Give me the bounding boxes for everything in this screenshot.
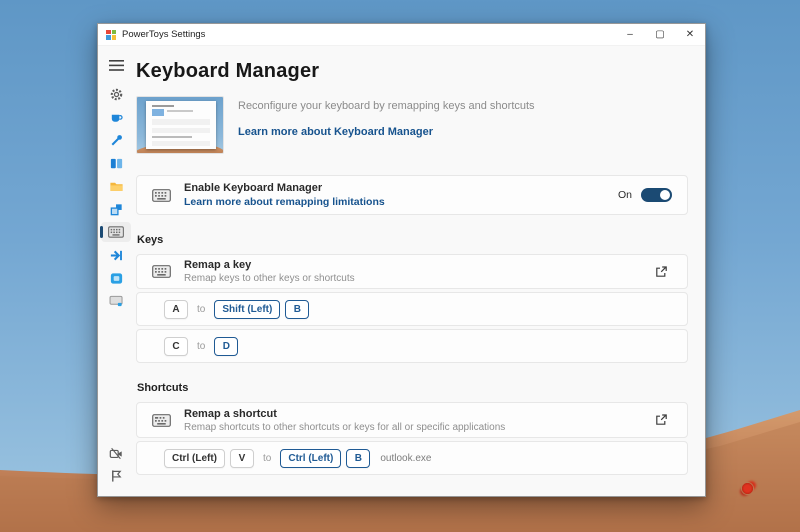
keyboard-icon [152,189,171,202]
learn-more-link[interactable]: Learn more about Keyboard Manager [238,126,535,138]
shortcut-remap-row: Ctrl (Left) V to Ctrl (Left) B outlook.e… [136,441,688,475]
key-chip: Ctrl (Left) [164,449,225,468]
sidebar-item-powertoys-run[interactable] [101,268,131,288]
key-remap-row: A to Shift (Left) B [136,292,688,326]
title-bar[interactable]: PowerToys Settings – ▢ ✕ [98,24,705,46]
remap-key-launch-button[interactable] [650,262,672,282]
keyboard-icon [152,265,171,278]
sidebar-item-image-resizer[interactable] [101,199,131,219]
keys-section-header: Keys [137,234,688,246]
toggle-state-label: On [618,189,632,201]
remap-shortcut-launch-button[interactable] [650,410,672,430]
powertoys-settings-window: PowerToys Settings – ▢ ✕ [97,23,706,497]
key-chip: A [164,300,188,319]
launch-icon [655,266,667,278]
sidebar-item-fancyzones[interactable] [101,153,131,173]
to-label: to [263,453,271,464]
maximize-button[interactable]: ▢ [645,24,675,45]
key-chip: V [230,449,254,468]
key-chip: C [164,337,188,356]
powertoys-run-icon [109,271,124,286]
to-label: to [197,304,205,315]
folder-icon [109,179,124,194]
key-chip: Shift (Left) [214,300,280,319]
red-flower [741,482,754,495]
powertoys-app-icon [106,30,116,40]
awake-cup-icon [109,110,124,125]
gear-icon [109,87,124,102]
minimize-button[interactable]: – [615,24,645,45]
color-picker-icon [109,133,124,148]
enable-toggle[interactable] [641,188,672,202]
main-content: Keyboard Manager Reconfigure your keyboa… [134,46,705,496]
mouse-utilities-icon [109,248,124,263]
key-chip: D [214,337,238,356]
sidebar-item-shortcut-guide[interactable] [101,291,131,311]
image-resizer-icon [109,202,124,217]
hamburger-icon [109,60,124,71]
sidebar-item-file-explorer[interactable] [101,176,131,196]
keyboard-icon [152,414,171,427]
launch-icon [655,414,667,426]
sidebar-item-mouse-utilities[interactable] [101,245,131,265]
remap-shortcut-subtitle: Remap shortcuts to other shortcuts or ke… [184,422,505,433]
sidebar-item-keyboard-manager[interactable] [101,222,131,242]
window-title: PowerToys Settings [122,29,205,40]
enable-keyboard-manager-card: Enable Keyboard Manager Learn more about… [136,175,688,215]
remapping-limitations-link[interactable]: Learn more about remapping limitations [184,196,385,208]
remap-key-title: Remap a key [184,259,355,271]
nav-sidebar [98,46,134,496]
sidebar-item-general[interactable] [101,84,131,104]
shortcuts-section-header: Shortcuts [137,382,688,394]
key-chip: Ctrl (Left) [280,449,341,468]
close-button[interactable]: ✕ [675,24,705,45]
page-description: Reconfigure your keyboard by remapping k… [238,100,535,112]
key-remap-row: C to D [136,329,688,363]
remap-a-key-card[interactable]: Remap a key Remap keys to other keys or … [136,254,688,289]
toggle-knob [660,190,670,200]
key-chip: B [346,449,370,468]
sidebar-item-color-picker[interactable] [101,130,131,150]
hamburger-menu-button[interactable] [101,55,131,75]
keyboard-manager-preview-image [136,96,224,154]
key-chip: B [285,300,309,319]
remap-a-shortcut-card[interactable]: Remap a shortcut Remap shortcuts to othe… [136,402,688,438]
hero-section: Reconfigure your keyboard by remapping k… [136,96,688,154]
shortcut-guide-icon [109,295,124,307]
fancyzones-icon [109,156,124,171]
feedback-flag-icon [110,469,123,483]
remap-key-subtitle: Remap keys to other keys or shortcuts [184,273,355,284]
target-app-label: outlook.exe [380,453,431,464]
page-title: Keyboard Manager [136,60,688,83]
preview-mini-window [146,101,216,149]
to-label: to [197,341,205,352]
keyboard-icon [108,226,124,238]
sidebar-item-feedback[interactable] [101,466,131,486]
sidebar-item-video-conference[interactable] [101,443,131,463]
remap-shortcut-title: Remap a shortcut [184,408,505,420]
video-conference-icon [109,447,123,460]
enable-title: Enable Keyboard Manager [184,182,385,194]
sidebar-item-awake[interactable] [101,107,131,127]
